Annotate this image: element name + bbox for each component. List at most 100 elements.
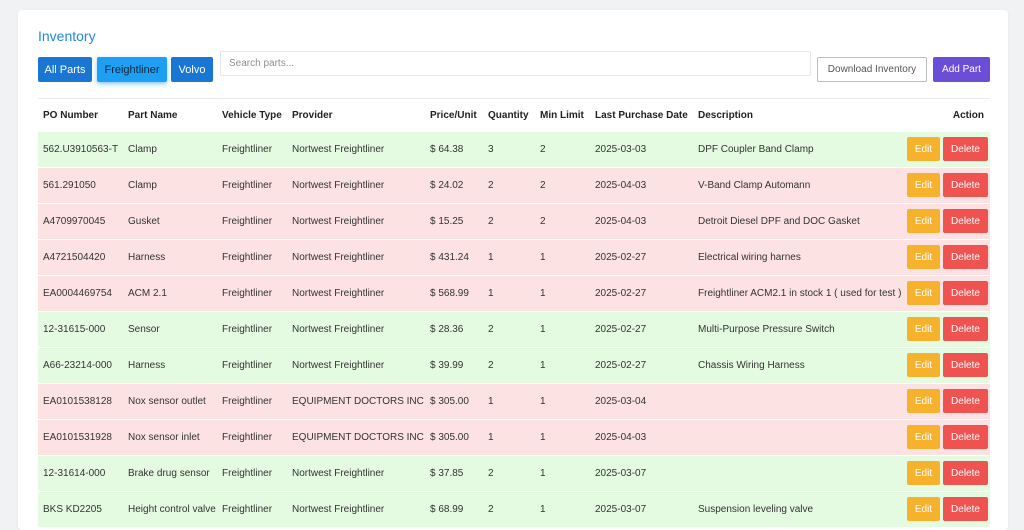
min-limit-cell: 1 — [535, 454, 590, 491]
quantity-cell: 2 — [483, 346, 535, 383]
last-purchase-date-cell: 2025-04-03 — [590, 418, 693, 455]
last-purchase-date-cell: 2025-03-07 — [590, 454, 693, 491]
action-cell: Edit Delete — [902, 130, 990, 167]
table-row[interactable]: A66-23214-000 Harness Freightliner Nortwest… — [38, 346, 990, 383]
edit-button[interactable]: Edit — [907, 173, 940, 197]
filter-all-parts-button[interactable]: All Parts — [38, 57, 92, 82]
vehicle-type-cell: Freightliner — [217, 454, 287, 491]
price-cell: $ 305.00 — [425, 382, 483, 419]
action-cell: Edit Delete — [902, 418, 990, 455]
part-name-cell: Nox sensor outlet — [123, 382, 217, 419]
column-header-part-name[interactable]: Part Name — [123, 101, 217, 131]
last-purchase-date-cell: 2025-04-03 — [590, 166, 693, 203]
delete-button[interactable]: Delete — [943, 317, 988, 341]
column-header-po-number[interactable]: PO Number — [38, 101, 123, 131]
quantity-cell: 1 — [483, 238, 535, 275]
delete-button[interactable]: Delete — [943, 461, 988, 485]
vehicle-type-cell: Freightliner — [217, 238, 287, 275]
column-header-vehicle-type[interactable]: Vehicle Type — [217, 101, 287, 131]
column-header-last-purchase-date[interactable]: Last Purchase Date — [590, 101, 693, 131]
edit-button[interactable]: Edit — [907, 281, 940, 305]
delete-button[interactable]: Delete — [943, 425, 988, 449]
last-purchase-date-cell: 2025-02-27 — [590, 238, 693, 275]
quantity-cell: 3 — [483, 130, 535, 167]
edit-button[interactable]: Edit — [907, 425, 940, 449]
delete-button[interactable]: Delete — [943, 497, 988, 522]
action-cell: Edit Delete — [902, 202, 990, 239]
table-row[interactable]: A4721504420 Harness Freightliner Nortwest F… — [38, 238, 990, 275]
column-header-price-unit[interactable]: Price/Unit — [425, 101, 483, 131]
edit-button[interactable]: Edit — [907, 317, 940, 341]
column-header-min-limit[interactable]: Min Limit — [535, 101, 590, 131]
edit-button[interactable]: Edit — [907, 461, 940, 485]
po-number-cell: EA0004469754 — [38, 274, 123, 311]
description-cell — [693, 454, 902, 491]
delete-button[interactable]: Delete — [943, 353, 988, 377]
description-cell: DPF Coupler Band Clamp — [693, 130, 902, 167]
price-cell: $ 68.99 — [425, 490, 483, 527]
table-row[interactable]: EA0004469754 ACM 2.1 Freightliner Nortwest … — [38, 274, 990, 311]
vehicle-type-cell: Freightliner — [217, 274, 287, 311]
last-purchase-date-cell: 2025-03-07 — [590, 490, 693, 527]
action-cell: Edit Delete — [902, 238, 990, 275]
provider-cell: EQUIPMENT DOCTORS INC — [287, 418, 425, 455]
description-cell — [693, 382, 902, 419]
vehicle-type-cell: Freightliner — [217, 202, 287, 239]
download-inventory-button[interactable]: Download Inventory — [817, 57, 927, 82]
provider-cell: Nortwest Freightliner — [287, 346, 425, 383]
part-name-cell: Sensor — [123, 310, 217, 347]
table-row[interactable]: 12-31614-000 Brake drug sensor Freightline… — [38, 454, 990, 491]
part-name-cell: Harness — [123, 346, 217, 383]
last-purchase-date-cell: 2025-02-27 — [590, 274, 693, 311]
column-header-description[interactable]: Description — [693, 101, 902, 131]
delete-button[interactable]: Delete — [943, 209, 988, 233]
vehicle-type-cell: Freightliner — [217, 310, 287, 347]
edit-button[interactable]: Edit — [907, 353, 940, 377]
po-number-cell: EA0101538128 — [38, 382, 123, 419]
delete-button[interactable]: Delete — [943, 173, 988, 197]
last-purchase-date-cell: 2025-02-27 — [590, 310, 693, 347]
column-header-quantity[interactable]: Quantity — [483, 101, 535, 131]
action-cell: Edit Delete — [902, 382, 990, 419]
delete-button[interactable]: Delete — [943, 389, 988, 413]
edit-button[interactable]: Edit — [907, 137, 940, 161]
inventory-table: PO Number Part Name Vehicle Type Provide… — [38, 101, 990, 527]
search-input[interactable] — [220, 51, 811, 76]
filter-volvo-button[interactable]: Volvo — [171, 57, 213, 82]
quantity-cell: 1 — [483, 418, 535, 455]
provider-cell: EQUIPMENT DOCTORS INC — [287, 382, 425, 419]
provider-cell: Nortwest Freightliner — [287, 202, 425, 239]
table-row[interactable]: EA0101531928 Nox sensor inlet Freightliner… — [38, 418, 990, 455]
delete-button[interactable]: Delete — [943, 137, 988, 161]
add-part-button[interactable]: Add Part — [933, 57, 990, 82]
quantity-cell: 2 — [483, 490, 535, 527]
table-row[interactable]: 562.U3910563-T Clamp Freightliner Nortwest … — [38, 130, 990, 167]
min-limit-cell: 1 — [535, 310, 590, 347]
vehicle-type-cell: Freightliner — [217, 166, 287, 203]
table-row[interactable]: EA0101538128 Nox sensor outlet Freightline… — [38, 382, 990, 419]
page-title: Inventory — [38, 28, 96, 44]
po-number-cell: 562.U3910563-T — [38, 130, 123, 167]
part-name-cell: Harness — [123, 238, 217, 275]
action-cell: Edit Delete — [902, 346, 990, 383]
edit-button[interactable]: Edit — [907, 209, 940, 233]
edit-button[interactable]: Edit — [907, 389, 940, 413]
action-cell: Edit Delete — [902, 454, 990, 491]
price-cell: $ 568.99 — [425, 274, 483, 311]
min-limit-cell: 1 — [535, 382, 590, 419]
provider-cell: Nortwest Freightliner — [287, 166, 425, 203]
edit-button[interactable]: Edit — [907, 497, 940, 522]
edit-button[interactable]: Edit — [907, 245, 940, 269]
table-row[interactable]: 12-31615-000 Sensor Freightliner Nortwest F… — [38, 310, 990, 347]
column-header-provider[interactable]: Provider — [287, 101, 425, 131]
table-row[interactable]: 561.291050 Clamp Freightliner Nortwest Frei… — [38, 166, 990, 203]
table-row[interactable]: BKS KD2205 Height control valve Freightlin… — [38, 490, 990, 527]
action-cell: Edit Delete — [902, 310, 990, 347]
delete-button[interactable]: Delete — [943, 245, 988, 269]
min-limit-cell: 1 — [535, 490, 590, 527]
quantity-cell: 1 — [483, 274, 535, 311]
delete-button[interactable]: Delete — [943, 281, 988, 305]
table-row[interactable]: A4709970045 Gusket Freightliner Nortwest Fr… — [38, 202, 990, 239]
filter-freightliner-button[interactable]: Freightliner — [97, 57, 167, 82]
po-number-cell: 12-31614-000 — [38, 454, 123, 491]
